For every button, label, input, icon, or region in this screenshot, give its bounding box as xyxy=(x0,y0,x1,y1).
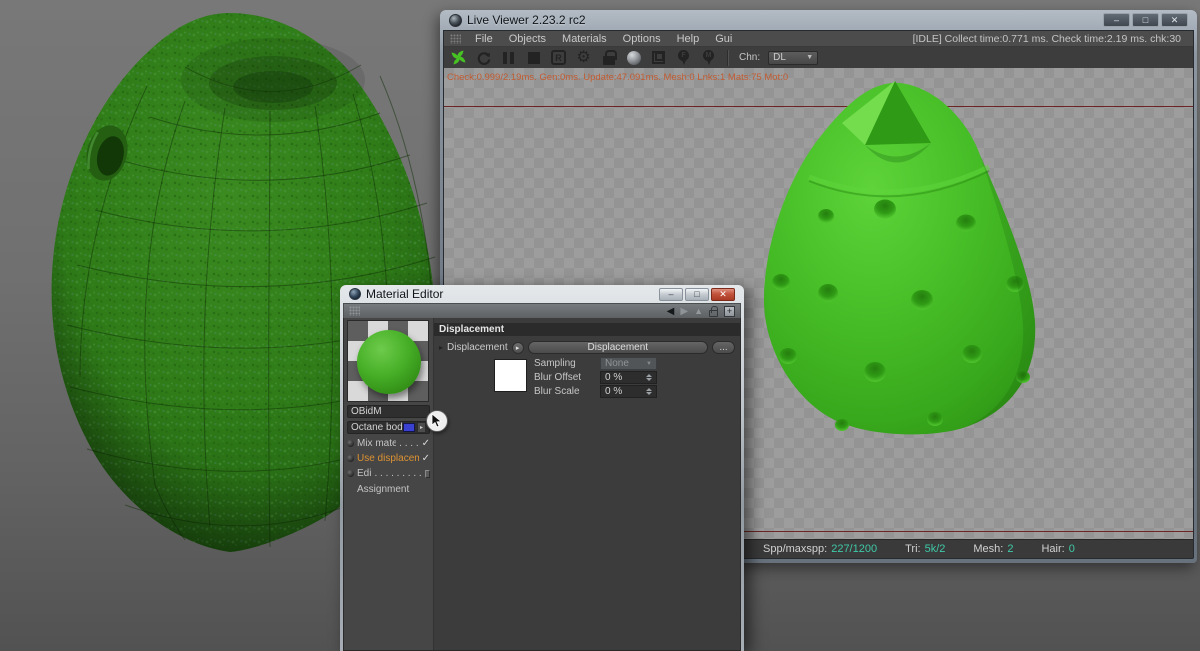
channel-editor[interactable]: Editor . . . . . . . . . xyxy=(347,468,430,479)
checkmark-icon[interactable]: ✓ xyxy=(422,438,430,449)
displacement-panel: Displacement ▸ Displacement ▸ Displaceme… xyxy=(434,318,740,650)
c4d-app-icon xyxy=(349,288,361,300)
nav-up-icon[interactable]: ▲ xyxy=(694,306,703,316)
menu-help[interactable]: Help xyxy=(669,33,708,45)
settings-gear-icon[interactable]: ⚙ xyxy=(575,49,592,67)
blur-offset-label: Blur Offset xyxy=(534,372,582,383)
sampling-label: Sampling xyxy=(534,358,576,369)
toolbar-grip-icon[interactable] xyxy=(349,306,360,316)
mesh-value: 2 xyxy=(1007,543,1014,555)
menu-gui[interactable]: Gui xyxy=(707,33,740,45)
material-editor-window: Material Editor – □ ✕ ◀ ▶ ▲ + OBidM Octa… xyxy=(340,285,744,651)
tri-value: 5k/2 xyxy=(924,543,946,555)
hair-label: Hair: xyxy=(1041,543,1065,555)
toolbar-separator xyxy=(727,49,729,66)
material-channel-panel: OBidM Octane bod ▸ Mix materials . . . .… xyxy=(344,318,434,650)
menu-objects[interactable]: Objects xyxy=(501,33,554,45)
material-editor-title: Material Editor xyxy=(366,287,444,301)
octane-app-icon xyxy=(449,13,462,27)
collapse-triangle-icon[interactable]: ▸ xyxy=(439,343,443,352)
minimize-button[interactable]: – xyxy=(1103,13,1130,27)
octane-render-icon[interactable] xyxy=(450,49,467,67)
channel-dropdown[interactable]: DL ▼ xyxy=(768,50,819,65)
chevron-down-icon: ▼ xyxy=(806,54,814,61)
texture-swatch[interactable] xyxy=(494,359,527,392)
checkbox-empty-icon[interactable] xyxy=(424,469,430,478)
shader-color-swatch[interactable] xyxy=(403,423,415,432)
pick-focus-icon[interactable]: F xyxy=(675,49,692,67)
spp-label: Spp/maxspp: xyxy=(763,543,828,555)
idle-status-text: [IDLE] Collect time:0.771 ms. Check time… xyxy=(912,32,1181,45)
menu-file[interactable]: File xyxy=(467,33,501,45)
displacement-header: Displacement xyxy=(434,323,740,336)
desktop: { "live_viewer": { "title": "Live Viewer… xyxy=(0,0,1200,651)
spp-value: 227/1200 xyxy=(831,543,878,555)
material-name-field[interactable]: OBidM xyxy=(347,405,430,418)
hair-value: 0 xyxy=(1068,543,1075,555)
rendered-object xyxy=(763,81,1036,435)
blur-offset-input[interactable]: 0 % xyxy=(600,371,657,384)
mesh-label: Mesh: xyxy=(973,543,1004,555)
live-viewer-toolbar: R ⚙ F M Chn: DL ▼ xyxy=(444,47,1193,68)
material-editor-titlebar[interactable]: Material Editor – □ ✕ xyxy=(343,285,741,303)
shader-type-field[interactable]: Octane bod ▸ xyxy=(347,421,430,434)
blur-scale-label: Blur Scale xyxy=(534,386,580,397)
lock-icon[interactable] xyxy=(709,305,718,317)
blur-scale-input[interactable]: 0 % xyxy=(600,385,657,398)
stop-render-icon[interactable] xyxy=(525,49,542,67)
close-button[interactable]: ✕ xyxy=(711,287,735,301)
preview-sphere xyxy=(357,330,421,394)
stepper-icon[interactable] xyxy=(646,388,652,395)
channel-mix-materials[interactable]: Mix materials . . . . ✓ xyxy=(347,438,430,449)
live-viewer-titlebar[interactable]: Live Viewer 2.23.2 rc2 – □ ✕ xyxy=(443,10,1194,30)
nav-back-icon[interactable]: ◀ xyxy=(667,306,675,317)
displacement-node-button[interactable]: Displacement xyxy=(527,341,708,354)
channel-bullet-icon xyxy=(347,470,354,477)
channel-use-displacement[interactable]: Use displacement ✓ xyxy=(347,453,430,464)
maximize-button[interactable]: □ xyxy=(685,287,709,301)
menu-materials[interactable]: Materials xyxy=(554,33,615,45)
cursor-circle-icon xyxy=(426,410,448,432)
chevron-down-icon: ▼ xyxy=(646,360,652,367)
close-button[interactable]: ✕ xyxy=(1161,13,1188,27)
pick-material-icon[interactable]: M xyxy=(700,49,717,67)
material-ball-icon[interactable] xyxy=(625,49,642,67)
picture-viewer-icon[interactable] xyxy=(650,49,667,67)
tri-label: Tri: xyxy=(905,543,921,555)
live-viewer-title: Live Viewer 2.23.2 rc2 xyxy=(467,13,586,27)
stepper-icon[interactable] xyxy=(646,374,652,381)
nav-forward-icon[interactable]: ▶ xyxy=(680,306,688,317)
shader-link-icon[interactable]: ▸ xyxy=(511,341,524,354)
sampling-dropdown[interactable]: None ▼ xyxy=(600,357,657,370)
add-icon[interactable]: + xyxy=(724,305,735,317)
maximize-button[interactable]: □ xyxy=(1132,13,1159,27)
minimize-button[interactable]: – xyxy=(659,287,683,301)
channel-label: Chn: xyxy=(739,52,761,63)
channel-bullet-icon xyxy=(347,455,354,462)
material-preview[interactable] xyxy=(347,320,429,402)
render-region-r-icon[interactable]: R xyxy=(550,49,567,67)
menubar-grip-icon[interactable] xyxy=(450,33,461,44)
render-stats-overlay: Check:0.999/2.19ms. Gen:0ms. Update:47.0… xyxy=(447,72,789,83)
channel-bullet-icon xyxy=(347,440,354,447)
checkmark-icon[interactable]: ✓ xyxy=(422,453,430,464)
pause-render-icon[interactable] xyxy=(500,49,517,67)
displacement-row-label: Displacement xyxy=(447,342,508,353)
material-editor-toolbar: ◀ ▶ ▲ + xyxy=(343,303,741,318)
menu-options[interactable]: Options xyxy=(615,33,669,45)
channel-assignment[interactable]: Assignment xyxy=(357,484,430,495)
more-options-button[interactable]: ... xyxy=(712,341,735,354)
restart-render-icon[interactable] xyxy=(475,49,492,67)
shader-expand-icon[interactable]: ▸ xyxy=(417,422,426,433)
live-viewer-menubar: File Objects Materials Options Help Gui … xyxy=(444,31,1193,47)
lock-resolution-icon[interactable] xyxy=(600,49,617,67)
mouse-cursor xyxy=(426,410,448,432)
